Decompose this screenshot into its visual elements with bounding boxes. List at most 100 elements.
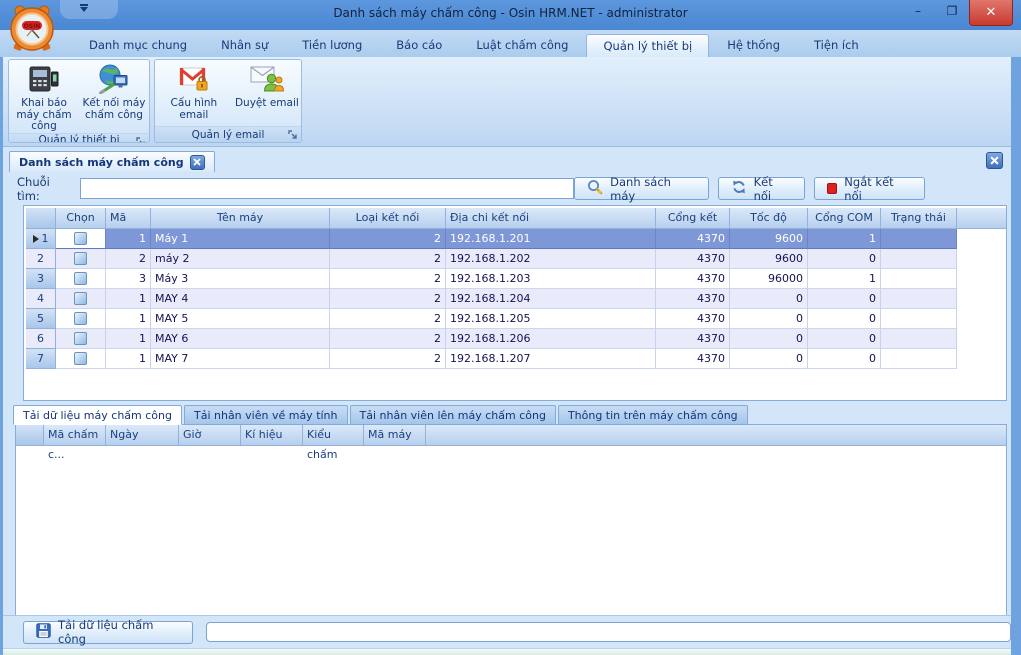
row-checkbox[interactable] xyxy=(74,232,87,245)
sync-icon xyxy=(731,179,747,198)
app-logo-alarm-clock-icon: OSIN xyxy=(6,2,58,54)
table-cell: 9600 xyxy=(730,229,808,249)
document-area: Danh sách máy chấm công Chuỗi tìm: xyxy=(3,147,1011,648)
column-header[interactable]: Địa chi kết nối xyxy=(446,208,656,229)
disconnect-button[interactable]: Ngắt kết nối xyxy=(814,177,925,200)
row-header[interactable]: 1 xyxy=(26,229,56,249)
table-cell: 1 xyxy=(808,229,881,249)
row-checkbox[interactable] xyxy=(74,352,87,365)
column-header[interactable]: Kí hiệu xyxy=(241,425,303,446)
document-tab-close-icon[interactable] xyxy=(190,155,205,170)
table-cell: 192.168.1.205 xyxy=(446,309,656,329)
table-row[interactable]: 41MAY 42192.168.1.204437000 xyxy=(26,289,1006,309)
column-header[interactable]: Loại kết nối xyxy=(330,208,446,229)
row-header[interactable]: 7 xyxy=(26,349,56,369)
table-cell: 2 xyxy=(330,289,446,309)
table-cell: 4370 xyxy=(656,229,730,249)
table-cell: MAY 6 xyxy=(151,329,330,349)
row-header[interactable]: 3 xyxy=(26,269,56,289)
ribbon-button-label: Duyệt email xyxy=(235,98,299,110)
table-cell: 4370 xyxy=(656,349,730,369)
table-row[interactable]: 51MAY 52192.168.1.205437000 xyxy=(26,309,1006,329)
column-header[interactable]: Giờ xyxy=(179,425,241,446)
row-header[interactable]: 5 xyxy=(26,309,56,329)
machine-list-button[interactable]: Danh sách máy xyxy=(574,177,708,200)
table-cell: 192.168.1.207 xyxy=(446,349,656,369)
window-title: Danh sách máy chấm công - Osin HRM.NET -… xyxy=(0,6,1021,20)
document-tab[interactable]: Danh sách máy chấm công xyxy=(9,151,215,172)
dialog-launcher-icon[interactable] xyxy=(136,137,146,144)
column-header[interactable]: Tốc độ truyền xyxy=(730,208,808,229)
dialog-launcher-icon[interactable] xyxy=(288,130,298,140)
maximize-button[interactable]: ❐ xyxy=(935,0,969,22)
table-cell: 0 xyxy=(808,309,881,329)
row-header[interactable]: 4 xyxy=(26,289,56,309)
row-header[interactable]: 2 xyxy=(26,249,56,269)
table-row[interactable]: 61MAY 62192.168.1.206437000 xyxy=(26,329,1006,349)
ribbon-tab[interactable]: Hệ thống xyxy=(711,34,796,57)
column-header[interactable]: Mã máy xyxy=(106,208,151,229)
column-header[interactable]: Chọn xyxy=(56,208,106,229)
table-cell xyxy=(881,269,957,289)
table-cell: 1 xyxy=(106,229,151,249)
table-row[interactable]: 71MAY 72192.168.1.207437000 xyxy=(26,349,1006,369)
tabstrip-close-button[interactable] xyxy=(986,152,1003,169)
row-checkbox[interactable] xyxy=(74,292,87,305)
row-checkbox[interactable] xyxy=(74,332,87,345)
lower-tab[interactable]: Thông tin trên máy chấm công xyxy=(558,405,748,425)
ribbon-group-email: Cấu hình email Duyệt email xyxy=(154,59,302,143)
table-cell: 4370 xyxy=(656,249,730,269)
column-header[interactable]: Mã chấm c... xyxy=(44,425,106,446)
row-header[interactable]: 6 xyxy=(26,329,56,349)
table-cell: 192.168.1.202 xyxy=(446,249,656,269)
close-button[interactable]: ✕ xyxy=(969,0,1013,26)
row-checkbox[interactable] xyxy=(74,312,87,325)
column-header[interactable]: Kiểu chấm xyxy=(303,425,364,446)
ribbon-tab[interactable]: Danh mục chung xyxy=(73,34,203,57)
ribbon-tab[interactable]: Luật chấm công xyxy=(460,34,584,57)
lower-tab[interactable]: Tải nhân viên lên máy chấm công xyxy=(350,405,556,425)
table-cell: 3 xyxy=(106,269,151,289)
table-cell: 1 xyxy=(106,289,151,309)
connect-button[interactable]: Kết nối xyxy=(718,177,805,200)
row-checkbox[interactable] xyxy=(74,252,87,265)
table-row[interactable]: 22máy 22192.168.1.202437096000 xyxy=(26,249,1006,269)
connect-attendance-device-button[interactable]: Kết nối máy chấm công xyxy=(79,62,149,133)
ribbon-tab[interactable]: Báo cáo xyxy=(380,34,458,57)
column-header[interactable]: Tên máy xyxy=(151,208,330,229)
ribbon-tab[interactable]: Tiền lương xyxy=(286,34,378,57)
search-input[interactable] xyxy=(80,178,574,199)
progress-bar xyxy=(206,622,1011,642)
column-header[interactable]: Cổng COM xyxy=(808,208,881,229)
lower-tab[interactable]: Tải dữ liệu máy chấm công xyxy=(13,405,182,425)
table-row[interactable]: 11Máy 12192.168.1.201437096001 xyxy=(26,229,1006,249)
row-checkbox[interactable] xyxy=(74,272,87,285)
table-cell xyxy=(881,329,957,349)
column-header[interactable]: Trạng thái xyxy=(881,208,957,229)
ribbon-tab[interactable]: Quản lý thiết bị xyxy=(586,34,709,57)
titlebar: Danh sách máy chấm công - Osin HRM.NET -… xyxy=(0,0,1021,30)
ribbon-tab[interactable]: Tiện ích xyxy=(798,34,875,57)
table-row[interactable]: 33Máy 32192.168.1.2034370960001 xyxy=(26,269,1006,289)
table-cell: 1 xyxy=(106,349,151,369)
ribbon-group-label: Quản lý email xyxy=(155,126,301,142)
bottom-bar: Tải dữ liệu chấm công xyxy=(3,615,1011,648)
svg-text:OSIN: OSIN xyxy=(24,23,41,30)
table-cell: 4370 xyxy=(656,289,730,309)
column-header[interactable]: Ngày xyxy=(106,425,179,446)
table-cell: 1 xyxy=(106,329,151,349)
column-header[interactable]: Mã máy xyxy=(364,425,426,446)
download-attendance-data-button[interactable]: Tải dữ liệu chấm công xyxy=(23,621,193,644)
browse-email-button[interactable]: Duyệt email xyxy=(233,62,301,126)
column-header[interactable]: Cổng kết nối xyxy=(656,208,730,229)
table-cell: 2 xyxy=(330,229,446,249)
lower-grid-header: Mã chấm c...NgàyGiờKí hiệuKiểu chấmMã má… xyxy=(16,425,1006,446)
minimize-button[interactable]: – xyxy=(901,0,935,22)
gmail-lock-icon xyxy=(178,62,210,96)
lower-tab[interactable]: Tải nhân viên về máy tính xyxy=(184,405,348,425)
declare-attendance-device-button[interactable]: Khai báo máy chấm công xyxy=(9,62,79,133)
configure-email-button[interactable]: Cấu hình email xyxy=(155,62,233,126)
ribbon-tab[interactable]: Nhân sự xyxy=(205,34,284,57)
table-cell: 2 xyxy=(330,269,446,289)
grid-body: 11Máy 12192.168.1.20143709600122máy 2219… xyxy=(26,229,1006,369)
